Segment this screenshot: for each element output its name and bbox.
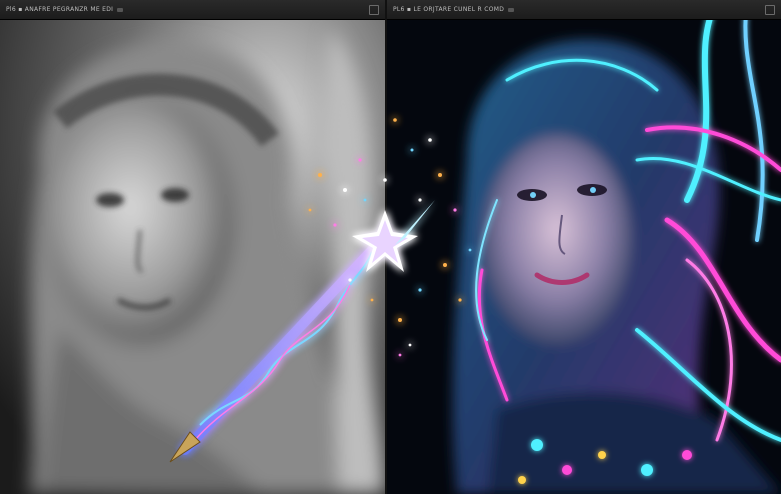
right-panel-toolbar: PL6 ▪ LE ORJTARE CUNEL R COMD [387,0,781,20]
neon-portrait [387,0,781,494]
right-image-panel: PL6 ▪ LE ORJTARE CUNEL R COMD [387,0,781,494]
left-panel-title: Pl6 ▪ ANAFRE PEGRANZR ME EDI [6,6,114,13]
right-panel-button[interactable] [765,4,775,15]
left-image-panel: Pl6 ▪ ANAFRE PEGRANZR ME EDI [0,0,385,494]
toolbar-indicator-icon [117,7,124,12]
left-panel-toolbar: Pl6 ▪ ANAFRE PEGRANZR ME EDI [0,0,385,20]
grayscale-portrait [0,0,385,494]
toolbar-indicator-icon [508,7,515,12]
left-panel-button[interactable] [369,4,379,15]
right-panel-title: PL6 ▪ LE ORJTARE CUNEL R COMD [393,6,505,13]
